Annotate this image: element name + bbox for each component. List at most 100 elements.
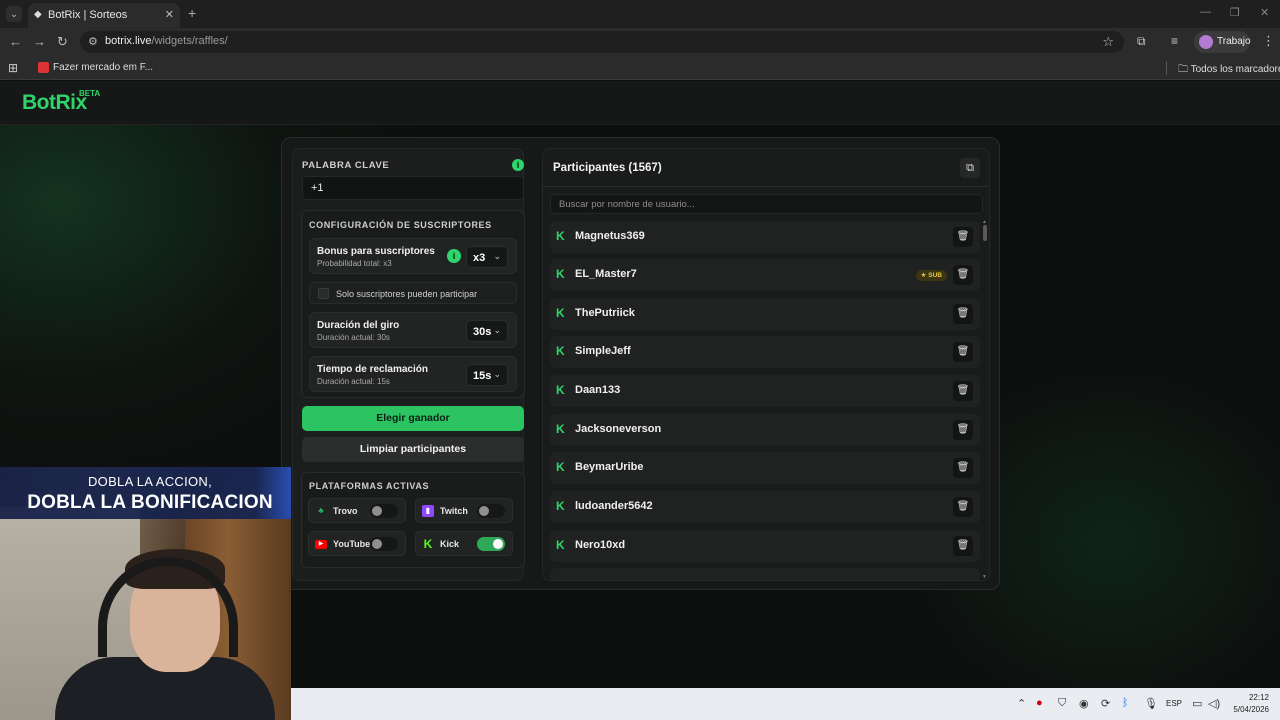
forward-icon[interactable]: →: [33, 34, 46, 49]
clock-date[interactable]: 5/04/2026: [1219, 705, 1269, 714]
youtube-toggle[interactable]: [370, 537, 398, 551]
claim-subtitle: Duración actual: 15s: [317, 377, 390, 386]
copy-icon[interactable]: ⧉: [960, 158, 980, 178]
tab-search-icon[interactable]: ⌄: [6, 6, 22, 22]
trash-icon[interactable]: 🗑: [953, 497, 973, 517]
kick-icon: K: [556, 422, 565, 436]
trash-icon[interactable]: 🗑: [953, 265, 973, 285]
menu-kebab-icon[interactable]: ⋮: [1262, 33, 1275, 49]
chevron-up-icon[interactable]: ⌃: [1017, 697, 1026, 710]
platform-twitch: ▮ Twitch: [415, 498, 513, 523]
subs-only-row[interactable]: Solo suscriptores pueden participar: [309, 282, 517, 304]
all-bookmarks-button[interactable]: 🗀 Todos los marcadores: [1178, 62, 1280, 79]
twitch-toggle[interactable]: [477, 504, 505, 518]
trash-icon[interactable]: 🗑: [953, 458, 973, 478]
list-item[interactable]: K ludoander5642 🗑: [550, 491, 980, 523]
trovo-toggle[interactable]: [370, 504, 398, 518]
back-icon[interactable]: ←: [9, 34, 22, 49]
sub-badge: ★ SUB: [915, 270, 947, 281]
site-info-icon[interactable]: ⚙: [88, 35, 98, 48]
kick-icon: K: [556, 344, 565, 358]
settings-panel: PALABRA CLAVE i +1 CONFIGURACIÓN DE SUSC…: [292, 148, 525, 581]
keyword-label: PALABRA CLAVE: [302, 160, 390, 171]
logo[interactable]: BotRix: [22, 91, 87, 115]
list-item[interactable]: K EL_Master7 ★ SUB 🗑: [550, 259, 980, 291]
claim-time-row: Tiempo de reclamación Duración actual: 1…: [309, 356, 517, 392]
trash-icon[interactable]: 🗑: [953, 342, 973, 362]
subscriber-config-title: CONFIGURACIÓN DE SUSCRIPTORES: [309, 220, 492, 230]
bookmarks-bar: ⊞ Fazer mercado em F... 🗀 Todos los marc…: [0, 56, 1280, 80]
clock-time[interactable]: 22:12: [1239, 693, 1269, 702]
extensions-icon[interactable]: ⧉: [1137, 34, 1146, 49]
participants-list: K Magnetus369 🗑 K EL_Master7 ★ SUB 🗑 K T…: [543, 221, 989, 580]
list-item[interactable]: [550, 568, 980, 580]
url-text[interactable]: botrix.live/widgets/raffles/: [105, 35, 228, 47]
close-window-icon[interactable]: ✕: [1260, 6, 1269, 19]
list-item[interactable]: K Nero10xd 🗑: [550, 530, 980, 562]
bookmark-label: Fazer mercado em F...: [53, 62, 154, 73]
browser-tab[interactable]: ◆ BotRix | Sorteos ✕: [28, 3, 180, 28]
platforms-title: PLATAFORMAS ACTIVAS: [309, 481, 430, 491]
claim-value: 15s: [473, 370, 492, 382]
trash-icon[interactable]: 🗑: [953, 381, 973, 401]
avatar: [1199, 35, 1213, 49]
network-icon[interactable]: ▭: [1192, 697, 1202, 710]
profile-button[interactable]: Trabajo: [1194, 31, 1251, 53]
subs-only-label: Solo suscriptores pueden participar: [336, 289, 478, 299]
spin-duration-row: Duración del giro Duración actual: 30s 3…: [309, 312, 517, 348]
new-tab-icon[interactable]: +: [188, 5, 196, 21]
beta-badge: BETA: [79, 89, 101, 98]
search-input[interactable]: Buscar por nombre de usuario...: [550, 194, 983, 214]
pick-winner-button[interactable]: Elegir ganador: [302, 406, 524, 431]
taskbar: ⌃ ● ⛉ ◉ ⟳ ᛒ 🎙 ESP ▭ ◁) 22:12 5/04/2026: [291, 688, 1280, 720]
spin-subtitle: Duración actual: 30s: [317, 333, 390, 342]
trash-icon[interactable]: 🗑: [953, 536, 973, 556]
profile-label: Trabajo: [1217, 36, 1251, 47]
browser-toolbar: ← → ↻ ⚙ botrix.live/widgets/raffles/ ☆ ⧉…: [0, 28, 1280, 56]
trash-icon[interactable]: 🗑: [953, 304, 973, 324]
bookmark-divider: [1166, 61, 1167, 75]
tray-app-icon[interactable]: ●: [1036, 697, 1043, 709]
close-tab-icon[interactable]: ✕: [165, 8, 174, 21]
apps-grid-icon[interactable]: ⊞: [8, 61, 18, 75]
restore-icon[interactable]: ❐: [1230, 6, 1240, 19]
kick-icon: K: [556, 460, 565, 474]
tray-sync-icon[interactable]: ⟳: [1101, 697, 1110, 710]
platform-label: Twitch: [440, 506, 468, 516]
participant-name: Daan133: [575, 384, 621, 396]
platform-label: YouTube: [333, 539, 371, 549]
clear-participants-button[interactable]: Limpiar participantes: [302, 437, 524, 462]
claim-time-select[interactable]: 15s ⌄: [466, 364, 508, 386]
bluetooth-icon[interactable]: ᛒ: [1122, 697, 1129, 709]
list-item[interactable]: K ThePutriick 🗑: [550, 298, 980, 330]
minimize-icon[interactable]: —: [1200, 6, 1211, 18]
microphone-icon[interactable]: 🎙: [1144, 697, 1158, 710]
platform-label: Kick: [440, 539, 460, 549]
subs-only-checkbox[interactable]: [318, 288, 329, 299]
participant-name: Jacksoneverson: [575, 423, 662, 435]
list-item[interactable]: K Magnetus369 🗑: [550, 221, 980, 253]
participant-name: ludoander5642: [575, 500, 653, 512]
language-indicator[interactable]: ESP: [1166, 699, 1182, 708]
participant-name: SimpleJeff: [575, 345, 631, 357]
address-bar[interactable]: ⚙ botrix.live/widgets/raffles/ ☆: [80, 31, 1124, 53]
trash-icon[interactable]: 🗑: [953, 420, 973, 440]
tray-shield-icon[interactable]: ⛉: [1058, 697, 1066, 710]
bookmark-star-icon[interactable]: ☆: [1102, 34, 1114, 50]
reload-icon[interactable]: ↻: [57, 34, 68, 50]
steam-icon[interactable]: ◉: [1079, 697, 1089, 710]
spin-duration-select[interactable]: 30s ⌄: [466, 320, 508, 342]
bonus-info-icon[interactable]: i: [447, 249, 461, 263]
list-item[interactable]: K BeymarUribe 🗑: [550, 452, 980, 484]
media-control-icon[interactable]: ≡: [1171, 34, 1178, 48]
banner-line-1: DOBLA LA ACCION,: [87, 474, 212, 489]
list-item[interactable]: K SimpleJeff 🗑: [550, 336, 980, 368]
list-item[interactable]: K Jacksoneverson 🗑: [550, 414, 980, 446]
kick-icon: K: [556, 267, 565, 281]
keyword-info-icon[interactable]: i: [512, 159, 524, 171]
trash-icon[interactable]: 🗑: [953, 227, 973, 247]
kick-toggle[interactable]: [477, 537, 505, 551]
bonus-select[interactable]: x3 ⌄: [466, 246, 508, 268]
keyword-input[interactable]: +1: [302, 176, 524, 200]
list-item[interactable]: K Daan133 🗑: [550, 375, 980, 407]
